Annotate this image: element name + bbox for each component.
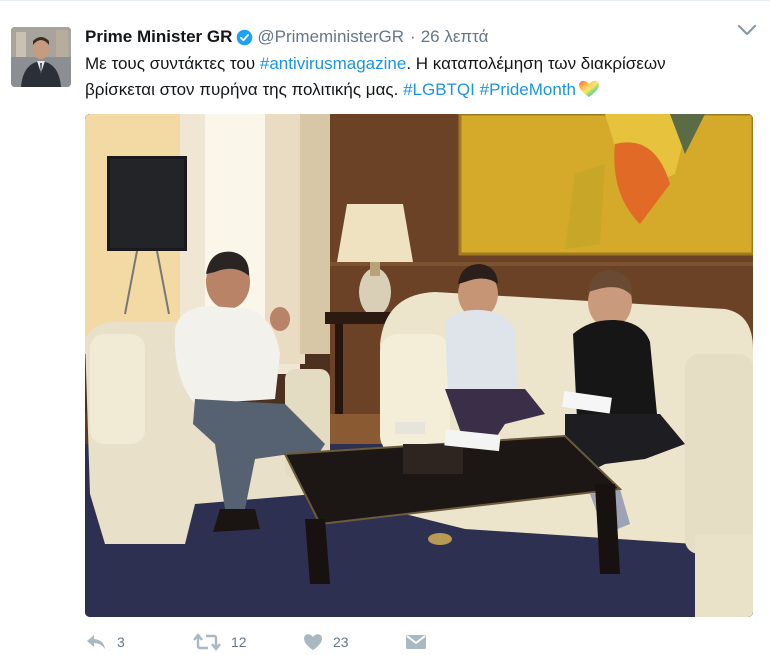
tweet-timestamp[interactable]: 26 λεπτά <box>421 27 489 47</box>
tweet-text-part: . Η καταπολέμηση των διακρίσεων <box>406 54 666 73</box>
verified-badge-icon <box>237 29 253 45</box>
hashtag-link[interactable]: #PrideMonth <box>480 80 576 99</box>
separator-dot: · <box>410 27 416 46</box>
tweet-header: Prime Minister GR @PrimeministerGR · 26 … <box>85 26 488 48</box>
avatar[interactable] <box>11 27 71 87</box>
retweet-button[interactable]: 12 <box>193 630 247 654</box>
like-button[interactable]: 23 <box>303 630 349 654</box>
user-handle[interactable]: @PrimeministerGR <box>257 27 404 47</box>
retweet-count: 12 <box>231 634 247 650</box>
tweet-text-part: βρίσκεται στον πυρήνα της πολιτικής μας. <box>85 80 404 99</box>
reply-button[interactable]: 3 <box>85 630 125 654</box>
timeline-divider <box>0 0 770 1</box>
direct-message-button[interactable] <box>405 630 427 654</box>
display-name[interactable]: Prime Minister GR <box>85 27 232 47</box>
envelope-icon <box>406 635 426 649</box>
rainbow-heart-icon <box>579 80 599 98</box>
hashtag-link[interactable]: #LGBTQI <box>403 80 475 99</box>
tweet-photo[interactable] <box>85 114 753 617</box>
reply-count: 3 <box>117 634 125 650</box>
tweet-text: Με τους συντάκτες του #antivirusmagazine… <box>85 51 755 103</box>
photo-image <box>85 114 753 617</box>
like-count: 23 <box>333 634 349 650</box>
heart-icon <box>304 634 322 651</box>
reply-icon <box>87 635 105 649</box>
retweet-icon <box>193 633 221 651</box>
tweet-text-part: Με τους συντάκτες του <box>85 54 260 73</box>
chevron-down-icon[interactable] <box>737 23 757 37</box>
hashtag-link[interactable]: #antivirusmagazine <box>260 54 406 73</box>
avatar-image <box>11 27 71 87</box>
